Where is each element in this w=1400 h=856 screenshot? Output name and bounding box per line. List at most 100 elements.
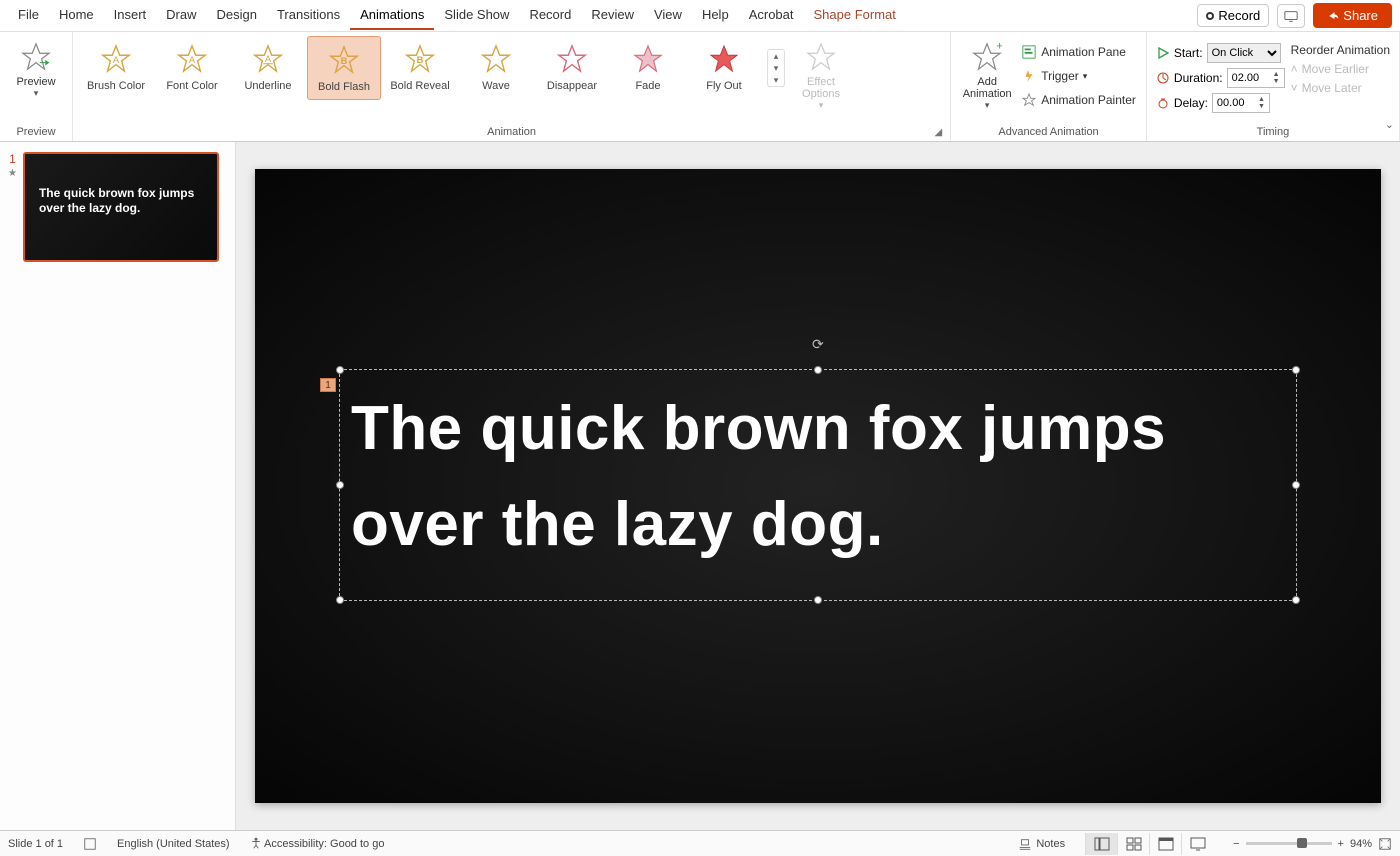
fit-to-window-button[interactable]	[1378, 837, 1392, 851]
delay-row: Delay: 00.00▲▼	[1153, 92, 1288, 114]
zoom-value[interactable]: 94%	[1350, 838, 1372, 850]
svg-text:B: B	[341, 56, 348, 66]
view-normal-button[interactable]	[1085, 833, 1117, 855]
tab-review[interactable]: Review	[581, 1, 644, 30]
gallery-more-button[interactable]: ▴▾▾	[767, 49, 785, 87]
resize-handle-tr[interactable]	[1292, 366, 1300, 374]
view-buttons	[1085, 833, 1213, 855]
dialog-launcher-animation[interactable]: ◢	[934, 127, 942, 138]
play-icon	[1156, 46, 1170, 60]
chevron-down-icon: ▾	[819, 100, 824, 111]
group-label-advanced: Advanced Animation	[957, 124, 1140, 141]
animation-order-tag[interactable]: 1	[320, 378, 336, 392]
tab-acrobat[interactable]: Acrobat	[739, 1, 804, 30]
thumb-animation-indicator-icon: ★	[8, 168, 17, 179]
move-earlier-button[interactable]: ˄Move Earlier	[1288, 61, 1393, 77]
present-icon	[1284, 9, 1298, 23]
trigger-icon	[1021, 68, 1037, 84]
group-label-preview: Preview	[6, 124, 66, 141]
trigger-button[interactable]: Trigger ▾	[1017, 66, 1140, 86]
group-animation: A Brush Color A Font Color A Underline B…	[73, 32, 951, 141]
tab-shape-format[interactable]: Shape Format	[804, 1, 906, 30]
status-spell-icon[interactable]	[83, 837, 97, 851]
anim-wave[interactable]: Wave	[459, 36, 533, 98]
group-timing: Start: On Click Duration: 02.00▲▼ Delay:…	[1147, 32, 1400, 141]
ribbon: Preview ▾ Preview A Brush Color A Font C…	[0, 32, 1400, 142]
svg-text:B: B	[417, 55, 424, 65]
resize-handle-bm[interactable]	[814, 596, 822, 604]
anim-font-color[interactable]: A Font Color	[155, 36, 229, 98]
anim-fly-out[interactable]: Fly Out	[687, 36, 761, 98]
svg-text:A: A	[265, 54, 272, 64]
svg-text:A: A	[113, 55, 120, 65]
collapse-ribbon-button[interactable]: ⌄	[1385, 118, 1394, 131]
status-language[interactable]: English (United States)	[117, 838, 230, 850]
delay-input[interactable]: 00.00▲▼	[1212, 93, 1270, 113]
tab-transitions[interactable]: Transitions	[267, 1, 350, 30]
anim-underline[interactable]: A Underline	[231, 36, 305, 98]
resize-handle-tm[interactable]	[814, 366, 822, 374]
view-reading-button[interactable]	[1149, 833, 1181, 855]
preview-button[interactable]: Preview ▾	[6, 36, 66, 103]
slide-editor[interactable]: ⟳ 1 The quick brown fox jumps over the l…	[236, 142, 1400, 830]
resize-handle-ml[interactable]	[336, 481, 344, 489]
record-label: Record	[1218, 8, 1260, 23]
tab-draw[interactable]: Draw	[156, 1, 206, 30]
rotate-handle[interactable]: ⟳	[812, 336, 824, 348]
resize-handle-tl[interactable]	[336, 366, 344, 374]
status-accessibility[interactable]: Accessibility: Good to go	[250, 837, 385, 850]
share-label: Share	[1343, 8, 1378, 23]
resize-handle-bl[interactable]	[336, 596, 344, 604]
tab-record[interactable]: Record	[519, 1, 581, 30]
chevron-down-icon: ▾	[34, 88, 39, 99]
notes-button[interactable]: Notes	[1018, 837, 1065, 851]
zoom-out-button[interactable]: −	[1233, 838, 1239, 850]
anim-brush-color[interactable]: A Brush Color	[79, 36, 153, 98]
zoom-slider[interactable]	[1246, 842, 1332, 845]
zoom-in-button[interactable]: +	[1338, 838, 1344, 850]
animation-painter-icon	[1021, 92, 1037, 108]
slide-thumbnail-1[interactable]: The quick brown fox jumps over the lazy …	[23, 152, 219, 262]
tab-help[interactable]: Help	[692, 1, 739, 30]
animation-pane-button[interactable]: Animation Pane	[1017, 42, 1140, 62]
slide-title-text[interactable]: The quick brown fox jumps over the lazy …	[351, 381, 1281, 573]
status-slide-number: Slide 1 of 1	[8, 838, 63, 850]
resize-handle-mr[interactable]	[1292, 481, 1300, 489]
move-later-button[interactable]: ˅Move Later	[1288, 80, 1393, 96]
record-button[interactable]: Record	[1197, 4, 1269, 27]
anim-bold-flash[interactable]: B Bold Flash	[307, 36, 381, 100]
tab-insert[interactable]: Insert	[104, 1, 157, 30]
start-select[interactable]: On Click	[1207, 43, 1281, 63]
add-animation-button[interactable]: + Add Animation ▾	[957, 36, 1017, 115]
record-dot-icon	[1206, 12, 1214, 20]
anim-bold-reveal[interactable]: B Bold Reveal	[383, 36, 457, 98]
status-bar: Slide 1 of 1 English (United States) Acc…	[0, 830, 1400, 856]
tab-file[interactable]: File	[8, 1, 49, 30]
duration-input[interactable]: 02.00▲▼	[1227, 68, 1285, 88]
share-button[interactable]: Share	[1313, 3, 1392, 28]
animation-gallery: A Brush Color A Font Color A Underline B…	[79, 36, 785, 100]
animation-pane-icon	[1021, 44, 1037, 60]
tab-home[interactable]: Home	[49, 1, 104, 30]
animation-painter-button[interactable]: Animation Painter	[1017, 90, 1140, 110]
start-row: Start: On Click	[1153, 42, 1288, 64]
slide-thumbnails-panel: 1 ★ The quick brown fox jumps over the l…	[0, 142, 236, 830]
resize-handle-br[interactable]	[1292, 596, 1300, 604]
main-area: 1 ★ The quick brown fox jumps over the l…	[0, 142, 1400, 830]
tab-view[interactable]: View	[644, 1, 692, 30]
thumb-text: The quick brown fox jumps over the lazy …	[39, 186, 207, 216]
anim-fade[interactable]: Fade	[611, 36, 685, 98]
effect-options-button[interactable]: Effect Options ▾	[791, 36, 851, 115]
view-slideshow-button[interactable]	[1181, 833, 1213, 855]
group-label-animation: Animation ◢	[79, 124, 944, 141]
anim-disappear[interactable]: Disappear	[535, 36, 609, 98]
tab-animations[interactable]: Animations	[350, 1, 434, 30]
view-sorter-button[interactable]	[1117, 833, 1149, 855]
duration-row: Duration: 02.00▲▼	[1153, 67, 1288, 89]
tab-slideshow[interactable]: Slide Show	[434, 1, 519, 30]
accessibility-icon	[250, 837, 262, 849]
tab-design[interactable]: Design	[207, 1, 267, 30]
chevron-down-icon: ˅	[1291, 81, 1298, 95]
slide-canvas[interactable]: ⟳ 1 The quick brown fox jumps over the l…	[255, 169, 1381, 803]
present-in-teams-button[interactable]	[1277, 4, 1305, 28]
